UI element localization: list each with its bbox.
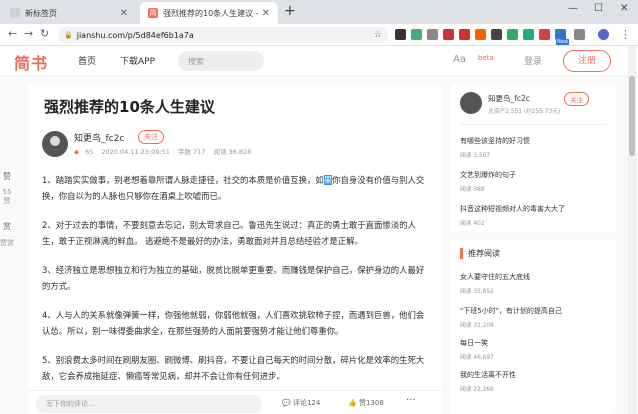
- extension-icon[interactable]: [427, 29, 438, 40]
- sidebar-author-stats: 总资产2,551 (约255.73元): [488, 109, 561, 115]
- close-icon[interactable]: ✕: [120, 8, 128, 19]
- nav-download-app-link[interactable]: 下载APP: [120, 54, 155, 67]
- extension-icon[interactable]: [459, 29, 470, 40]
- tab-new-tab[interactable]: 新标签页 ✕: [2, 2, 136, 24]
- extension-icon[interactable]: [539, 29, 550, 40]
- article-card: 强烈推荐的10条人生建议 知更鸟_fc2c 关注 ◆ 65 2020.04.11 …: [28, 84, 442, 414]
- tab-article[interactable]: 简 强烈推荐的10条人生建议 - 简书 ✕: [140, 2, 278, 24]
- register-button[interactable]: 注册: [563, 50, 611, 72]
- sidebar-follow-button[interactable]: 关注: [564, 92, 589, 106]
- url-text: jianshu.com/p/5d84ef6b1a7a: [76, 30, 194, 40]
- nav-home-link[interactable]: 首页: [78, 54, 96, 67]
- recommend-heading: 推荐阅读: [460, 248, 500, 259]
- tab-title: 新标签页: [25, 8, 57, 18]
- font-size-toggle[interactable]: Aa: [453, 54, 466, 65]
- lock-icon: 🔒: [64, 31, 73, 39]
- extension-icon[interactable]: [507, 29, 518, 40]
- extension-icon[interactable]: [574, 29, 585, 40]
- more-options-icon[interactable]: ···: [406, 395, 416, 406]
- article-paragraph: 2、对于过去的事情，不要刻意去忘记，别太苛求自己。鲁迅先生说过：真正的勇士敢于直…: [42, 220, 416, 246]
- avatar[interactable]: [460, 92, 482, 114]
- reward-icon[interactable]: 赏: [0, 220, 14, 234]
- url-bar[interactable]: 🔒 jianshu.com/p/5d84ef6b1a7a ☆: [58, 27, 388, 43]
- author-row: 知更鸟_fc2c 关注 ◆ 65 2020.04.11 23:09:51 字数 7…: [42, 130, 428, 159]
- new-tab-button[interactable]: +: [284, 3, 296, 19]
- login-link[interactable]: 登录: [524, 54, 542, 67]
- selected-text: 果: [323, 175, 333, 185]
- recommend-link[interactable]: 每日一笑: [460, 338, 488, 348]
- recommend-link[interactable]: "下班5小时"，有计划的提高自己: [460, 306, 562, 316]
- search-input[interactable]: 搜索: [178, 51, 264, 71]
- tab-title: 强烈推荐的10条人生建议 - 简书: [163, 8, 258, 18]
- extension-icon[interactable]: [491, 29, 502, 40]
- address-toolbar: ← → ↻ 🔒 jianshu.com/p/5d84ef6b1a7a ☆ New…: [0, 24, 638, 46]
- comment-input[interactable]: 写下你的评论...: [36, 395, 262, 413]
- beta-diamond-link[interactable]: beta: [478, 54, 494, 62]
- recommend-reads: 阅读 46,697: [460, 355, 494, 361]
- new-badge: New: [556, 39, 569, 45]
- recommend-link[interactable]: 我的生活离不开性: [460, 370, 516, 380]
- minimize-button[interactable]: —: [568, 3, 578, 14]
- article-paragraph: 4、人与人的关系就像弹簧一样，你强他就弱，你弱他就强，人们喜欢挑软柿子捏，而遇到…: [42, 310, 425, 336]
- comment-bar: 写下你的评论... 💬 评论124 👍 赞1308 ···: [28, 390, 442, 414]
- page-icon: [10, 8, 20, 18]
- sidebar-article-reads: 阅读 388: [460, 187, 485, 193]
- back-icon[interactable]: ←: [8, 27, 17, 40]
- maximize-button[interactable]: ☐: [594, 3, 603, 14]
- forward-icon[interactable]: →: [24, 27, 33, 40]
- scrollbar-thumb[interactable]: [629, 76, 635, 156]
- sidebar-author-name[interactable]: 知更鸟_fc2c: [488, 93, 530, 104]
- article-paragraph: 3、经济独立是思想独立和行为独立的基础，脱贫比脱单更重要。而赚钱是保护自己，保护…: [42, 265, 425, 291]
- diamond-icon: ◆: [74, 148, 79, 156]
- sidebar-article-link[interactable]: 有哪些该坚持的好习惯: [460, 136, 530, 146]
- recommend-reads: 阅读 35,852: [460, 289, 494, 295]
- word-count: 字数 717: [177, 148, 206, 156]
- diamond-count: 65: [85, 148, 94, 156]
- article-title: 强烈推荐的10条人生建议: [44, 98, 215, 116]
- left-action-rail: 赞 55赞 赏 赞赏: [0, 170, 14, 248]
- sidebar-article-reads: 阅读 402: [460, 221, 485, 227]
- article-paragraph: 5、别浪费太多时间在刷朋友圈、刷微博、刷抖音，不要让自己每天的时间分散，碎片化是…: [42, 355, 425, 381]
- extension-icon[interactable]: [443, 29, 454, 40]
- sidebar-article-reads: 阅读 3,507: [460, 153, 491, 159]
- divider: [460, 124, 606, 125]
- profile-avatar[interactable]: [598, 29, 609, 40]
- article-meta: ◆ 65 2020.04.11 23:09:51 字数 717 阅读 36,828: [74, 146, 257, 156]
- recommend-reads: 阅读 31,208: [460, 323, 494, 329]
- extension-icon[interactable]: [523, 29, 534, 40]
- close-window-button[interactable]: ✕: [620, 3, 628, 14]
- extension-icon[interactable]: [475, 29, 486, 40]
- publish-date: 2020.04.11 23:09:51: [101, 148, 170, 156]
- comment-count-button[interactable]: 💬 评论124: [282, 398, 320, 408]
- reload-icon[interactable]: ↻: [40, 27, 49, 40]
- extension-icon[interactable]: [395, 29, 406, 40]
- reward-caption: 赞赏: [0, 239, 14, 247]
- follow-button[interactable]: 关注: [138, 130, 164, 144]
- jianshu-logo[interactable]: 简书: [14, 50, 48, 74]
- close-icon[interactable]: ✕: [262, 8, 270, 19]
- browser-tab-strip: 新标签页 ✕ 简 强烈推荐的10条人生建议 - 简书 ✕ + — ☐ ✕: [0, 0, 638, 24]
- author-sidebar-card: 知更鸟_fc2c 关注 总资产2,551 (约255.73元) 有哪些该坚持的好…: [450, 84, 616, 232]
- like-icon[interactable]: 赞: [0, 170, 14, 184]
- sidebar-article-link[interactable]: 抖音这种短视频对人的毒害大大了: [460, 204, 565, 214]
- avatar[interactable]: [42, 131, 68, 157]
- recommend-card: 推荐阅读 女人要守住的五大底线 阅读 35,852 "下班5小时"，有计划的提高…: [450, 240, 616, 414]
- article-paragraph: 1、踏踏实实做事，别老想着靠所谓人脉走捷径，社交的本质是价值互换，如果你自身没有…: [42, 175, 425, 201]
- sidebar-article-link[interactable]: 文艺到爆炸的句子: [460, 170, 516, 180]
- read-count: 阅读 36,828: [213, 148, 252, 156]
- extension-icon[interactable]: [411, 29, 422, 40]
- bookmark-star-icon[interactable]: ☆: [374, 30, 382, 40]
- jianshu-favicon-icon: 简: [148, 8, 158, 18]
- page-scrollbar[interactable]: [628, 46, 636, 414]
- recommend-link[interactable]: 女人要守住的五大底线: [460, 272, 530, 282]
- site-header: 简书 首页 下载APP 搜索 Aa beta 登录 注册: [0, 46, 638, 76]
- author-name[interactable]: 知更鸟_fc2c: [74, 131, 124, 144]
- recommend-reads: 阅读 22,268: [460, 387, 494, 393]
- like-count-button[interactable]: 👍 赞1308: [348, 398, 384, 408]
- like-caption: 55赞: [2, 188, 12, 205]
- menu-icon[interactable]: ⋮: [620, 28, 631, 41]
